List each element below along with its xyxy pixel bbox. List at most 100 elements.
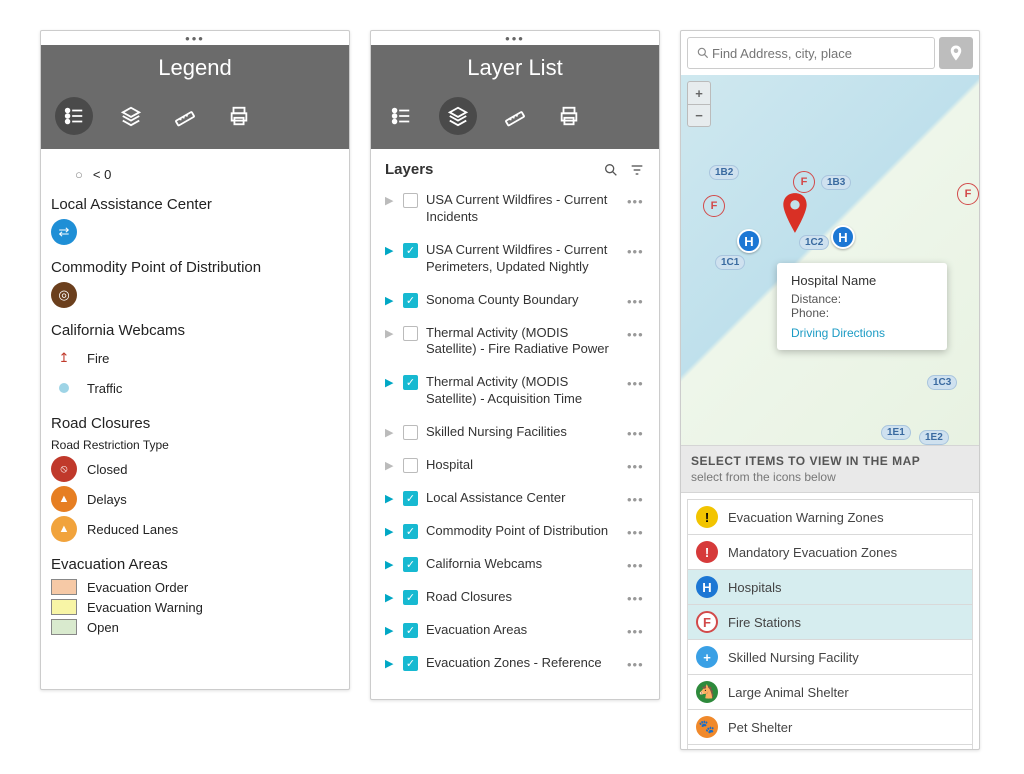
category-item[interactable]: HHospitals <box>687 569 973 605</box>
expand-caret-icon[interactable]: ▶ <box>385 525 395 538</box>
popup-title: Hospital Name <box>791 273 933 288</box>
expand-caret-icon[interactable]: ▶ <box>385 426 395 439</box>
category-item[interactable]: +Skilled Nursing Facility <box>687 639 973 675</box>
layer-checkbox[interactable]: ✓ <box>403 293 418 308</box>
reduced-icon: ▲ <box>51 516 77 542</box>
expand-caret-icon[interactable]: ▶ <box>385 459 395 472</box>
search-input[interactable] <box>710 45 926 62</box>
layer-options-icon[interactable]: ••• <box>627 558 645 573</box>
fire-cam-icon: ↥ <box>51 345 77 371</box>
category-item[interactable]: 🐾Pet Shelter <box>687 709 973 745</box>
category-label: Skilled Nursing Facility <box>728 650 859 665</box>
layer-item: ▶ ✓ Evacuation Areas ••• <box>385 614 645 647</box>
layer-options-icon[interactable]: ••• <box>627 244 645 259</box>
layer-options-icon[interactable]: ••• <box>627 426 645 441</box>
legend-item-label: Closed <box>87 462 127 477</box>
category-item[interactable]: !Evacuation Warning Zones <box>687 499 973 535</box>
layer-options-icon[interactable]: ••• <box>627 492 645 507</box>
layer-checkbox[interactable]: ✓ <box>403 623 418 638</box>
zoom-out-button[interactable]: − <box>688 104 710 126</box>
expand-caret-icon[interactable]: ▶ <box>385 624 395 637</box>
layer-item: ▶✓Evacuation Zones - Reference••• <box>385 647 645 680</box>
layer-checkbox[interactable]: ✓ <box>403 557 418 572</box>
layer-checkbox[interactable]: ✓ <box>403 375 418 390</box>
layer-label: Evacuation Areas <box>426 622 619 639</box>
layer-options-icon[interactable]: ••• <box>627 376 645 391</box>
layer-checkbox[interactable] <box>403 458 418 473</box>
fire-station-pin[interactable]: F <box>957 183 979 205</box>
layerlist-header: Layer List <box>371 45 659 149</box>
layer-checkbox[interactable]: ✓ <box>403 491 418 506</box>
category-icon: 🐾 <box>696 716 718 738</box>
expand-caret-icon[interactable]: ▶ <box>385 376 395 389</box>
expand-caret-icon[interactable]: ▶ <box>385 492 395 505</box>
expand-caret-icon[interactable]: ▶ <box>385 657 395 670</box>
category-label: Mandatory Evacuation Zones <box>728 545 897 560</box>
layer-options-icon[interactable]: ••• <box>627 525 645 540</box>
layers-icon[interactable] <box>115 100 147 132</box>
layer-options-icon[interactable]: ••• <box>627 657 645 672</box>
legend-item-label: Reduced Lanes <box>87 522 178 537</box>
measure-icon[interactable] <box>499 100 531 132</box>
layer-checkbox[interactable] <box>403 326 418 341</box>
category-item[interactable]: 🐴Large Animal Shelter <box>687 674 973 710</box>
layer-checkbox[interactable]: ✓ <box>403 590 418 605</box>
category-item[interactable]: FFire Stations <box>687 604 973 640</box>
hospital-pin[interactable]: H <box>831 225 855 249</box>
layer-checkbox[interactable]: ✓ <box>403 524 418 539</box>
map-marker[interactable] <box>781 193 809 233</box>
zone-label: 1E1 <box>881 425 911 440</box>
expand-caret-icon[interactable]: ▶ <box>385 194 395 207</box>
zone-label: 1E2 <box>919 430 949 445</box>
layer-options-icon[interactable]: ••• <box>627 624 645 639</box>
fire-station-pin[interactable]: F <box>703 195 725 217</box>
layers-filter-icon[interactable] <box>629 162 645 178</box>
category-item[interactable]: ◎Commodity Point of Distribution <box>687 744 973 750</box>
layers-heading: Layers <box>385 161 433 178</box>
legend-section-title: Commodity Point of Distribution <box>51 259 339 276</box>
legend-item-label: < 0 <box>93 167 111 182</box>
expand-caret-icon[interactable]: ▶ <box>385 244 395 257</box>
hospital-pin[interactable]: H <box>737 229 761 253</box>
layer-options-icon[interactable]: ••• <box>627 591 645 606</box>
legend-item-label: Open <box>87 620 119 635</box>
drag-handle[interactable]: ••• <box>41 31 349 45</box>
layer-checkbox[interactable] <box>403 425 418 440</box>
map-area[interactable]: + − 1B2 1B3 1C1 1C2 1C3 1E1 1E2 F F F H … <box>681 75 979 445</box>
layer-options-icon[interactable]: ••• <box>627 327 645 342</box>
zoom-in-button[interactable]: + <box>688 82 710 104</box>
layer-options-icon[interactable]: ••• <box>627 194 645 209</box>
layer-checkbox[interactable]: ✓ <box>403 243 418 258</box>
expand-caret-icon[interactable]: ▶ <box>385 558 395 571</box>
legend-section-title: Evacuation Areas <box>51 556 339 573</box>
search-box[interactable] <box>687 37 935 69</box>
locate-button[interactable] <box>939 37 973 69</box>
layers-search-icon[interactable] <box>603 162 619 178</box>
popup-distance: Distance: <box>791 292 933 306</box>
map-panel: + − 1B2 1B3 1C1 1C2 1C3 1E1 1E2 F F F H … <box>680 30 980 750</box>
legend-icon[interactable] <box>55 97 93 135</box>
legend-icon[interactable] <box>385 100 417 132</box>
layer-checkbox[interactable]: ✓ <box>403 656 418 671</box>
popup-directions-link[interactable]: Driving Directions <box>791 326 933 340</box>
layer-label: USA Current Wildfires - Current Perimete… <box>426 242 619 276</box>
expand-caret-icon[interactable]: ▶ <box>385 294 395 307</box>
drag-handle[interactable]: ••• <box>371 31 659 45</box>
expand-caret-icon[interactable]: ▶ <box>385 327 395 340</box>
layer-item: ▶✓Local Assistance Center••• <box>385 482 645 515</box>
fire-station-pin[interactable]: F <box>793 171 815 193</box>
layer-checkbox[interactable] <box>403 193 418 208</box>
layer-options-icon[interactable]: ••• <box>627 459 645 474</box>
print-icon[interactable] <box>223 100 255 132</box>
zone-label: 1C3 <box>927 375 957 390</box>
layer-options-icon[interactable]: ••• <box>627 294 645 309</box>
category-item[interactable]: !Mandatory Evacuation Zones <box>687 534 973 570</box>
legend-item-label: Traffic <box>87 381 122 396</box>
layer-item: ▶Skilled Nursing Facilities••• <box>385 416 645 449</box>
map-popup: Hospital Name Distance: Phone: Driving D… <box>777 263 947 350</box>
measure-icon[interactable] <box>169 100 201 132</box>
expand-caret-icon[interactable]: ▶ <box>385 591 395 604</box>
layers-icon[interactable] <box>439 97 477 135</box>
print-icon[interactable] <box>553 100 585 132</box>
legend-body: ○< 0Local Assistance Center⇄Commodity Po… <box>41 149 349 653</box>
